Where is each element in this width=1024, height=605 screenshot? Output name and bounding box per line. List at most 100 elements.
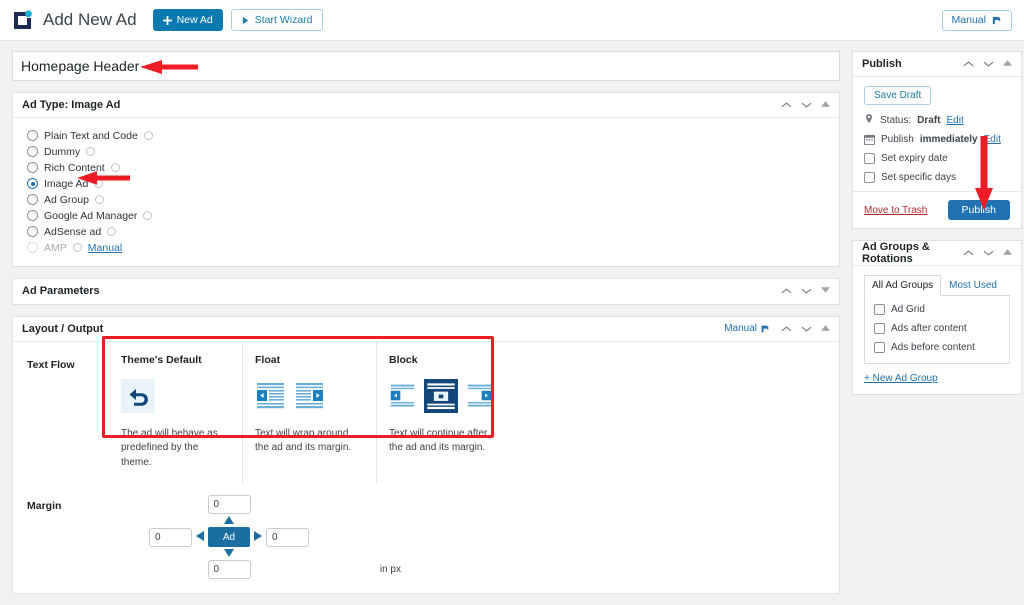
specific-days-checkbox[interactable] [864,172,875,183]
move-down-icon[interactable] [801,101,812,109]
float-right-icon[interactable] [294,380,325,412]
ad-group-label: Ads before content [891,342,975,353]
collapse-toggle-icon[interactable] [821,325,830,333]
move-up-icon[interactable] [781,287,792,295]
help-icon[interactable] [107,227,117,237]
layout-output-header[interactable]: Layout / Output Manual [13,317,839,342]
amp-manual-link[interactable]: Manual [88,242,122,254]
collapse-toggle-icon[interactable] [821,101,830,109]
margin-bottom-row [109,560,349,580]
status-edit-link[interactable]: Edit [946,115,963,126]
text-flow-options: Theme's Default The ad will behave as pr… [109,341,839,484]
radio-icon[interactable] [27,130,38,142]
margin-bottom-arrow-row [109,547,349,560]
ad-type-option-dummy[interactable]: Dummy [27,144,839,159]
arrow-right-icon [254,531,262,543]
new-ad-group-link[interactable]: + New Ad Group [864,373,938,384]
layout-manual-link[interactable]: Manual [724,323,770,334]
advanced-ads-logo-icon [12,9,34,31]
manual-label: Manual [951,13,986,26]
radio-icon-selected[interactable] [27,178,38,190]
new-ad-button[interactable]: New Ad [152,9,223,31]
ad-group-checkbox[interactable] [874,342,885,353]
expiry-date-row[interactable]: Set expiry date [864,153,1010,164]
ad-group-item-ads-after-content[interactable]: Ads after content [874,323,1000,334]
block-center-icon[interactable] [424,378,458,413]
specific-days-label: Set specific days [881,172,957,183]
ad-parameters-header[interactable]: Ad Parameters [13,279,839,304]
margin-top-input[interactable] [207,495,251,515]
ad-type-option-image-ad[interactable]: Image Ad [27,176,839,191]
play-icon [241,16,250,25]
collapse-toggle-icon[interactable] [1003,249,1012,257]
help-icon[interactable] [143,211,153,221]
margin-bottom-input[interactable] [207,560,251,580]
move-to-trash-link[interactable]: Move to Trash [864,205,927,216]
expand-toggle-icon[interactable] [821,287,830,295]
move-down-icon[interactable] [801,287,812,295]
ad-type-header[interactable]: Ad Type: Image Ad [13,93,839,118]
float-left-icon[interactable] [255,380,286,412]
help-icon[interactable] [72,243,82,253]
publish-header-tools [963,60,1012,68]
ad-parameters-heading: Ad Parameters [22,285,100,298]
collapse-toggle-icon[interactable] [1003,60,1012,68]
margin-right-input[interactable] [266,527,309,547]
save-draft-button[interactable]: Save Draft [864,86,932,105]
status-row: Status: Draft Edit [864,114,1010,126]
block-left-icon[interactable] [389,382,416,410]
expiry-date-label: Set expiry date [881,153,948,164]
ad-title-input[interactable] [12,51,840,81]
move-down-icon[interactable] [983,249,994,257]
status-value: Draft [917,114,941,126]
move-up-icon[interactable] [963,60,974,68]
text-flow-option-themes-default[interactable]: Theme's Default The ad will behave as pr… [109,341,243,484]
move-down-icon[interactable] [983,60,994,68]
ad-group-item-ad-grid[interactable]: Ad Grid [874,304,1000,315]
move-up-icon[interactable] [781,325,792,333]
block-right-icon[interactable] [466,382,493,410]
top-bar: Add New Ad New Ad Start Wizard Manual [0,0,1024,41]
radio-icon[interactable] [27,162,38,174]
text-flow-option-block[interactable]: Block Text will continue after the ad an… [377,342,511,484]
move-up-icon[interactable] [781,101,792,109]
ad-group-item-ads-before-content[interactable]: Ads before content [874,342,1000,353]
ad-type-options: Plain Text and Code Dummy Rich Content I… [13,118,839,266]
undo-arrow-icon[interactable] [121,378,155,413]
help-icon[interactable] [110,163,120,173]
radio-icon[interactable] [27,146,38,158]
move-up-icon[interactable] [963,249,974,257]
help-icon[interactable] [143,131,153,141]
ad-group-label: Ads after content [891,323,967,334]
radio-icon[interactable] [27,226,38,238]
ad-type-option-google-ad-manager[interactable]: Google Ad Manager [27,208,839,223]
ad-groups-body: All Ad Groups Most Used Ad Grid Ads afte… [853,266,1021,394]
ad-type-option-rich-content[interactable]: Rich Content [27,160,839,175]
publish-button[interactable]: Publish [947,200,1010,220]
ad-group-checkbox[interactable] [874,323,885,334]
move-down-icon[interactable] [801,325,812,333]
expiry-date-checkbox[interactable] [864,153,875,164]
radio-icon[interactable] [27,210,38,222]
margin-widget: Ad in px [109,495,401,580]
help-icon[interactable] [94,179,104,189]
manual-button[interactable]: Manual [941,9,1012,31]
ad-type-option-adsense-ad[interactable]: AdSense ad [27,224,839,239]
specific-days-row[interactable]: Set specific days [864,172,1010,183]
ad-groups-header[interactable]: Ad Groups & Rotations [853,241,1021,266]
ad-type-option-plain-text-and-code[interactable]: Plain Text and Code [27,128,839,143]
margin-left-input[interactable] [149,527,192,547]
ad-group-checkbox[interactable] [874,304,885,315]
ad-type-option-ad-group[interactable]: Ad Group [27,192,839,207]
schedule-edit-link[interactable]: Edit [984,134,1001,145]
text-flow-option-float[interactable]: Float Text will wrap around the ad and i… [243,341,377,484]
help-icon[interactable] [94,195,104,205]
ad-type-panel: Ad Type: Image Ad Plain Text and Code Du… [12,92,840,267]
tab-all-ad-groups[interactable]: All Ad Groups [864,275,942,296]
start-wizard-button[interactable]: Start Wizard [230,9,323,31]
help-icon[interactable] [86,147,96,157]
schedule-label: Publish [881,134,914,145]
tab-most-used[interactable]: Most Used [941,275,1005,296]
publish-header[interactable]: Publish [853,52,1021,77]
radio-icon[interactable] [27,194,38,206]
